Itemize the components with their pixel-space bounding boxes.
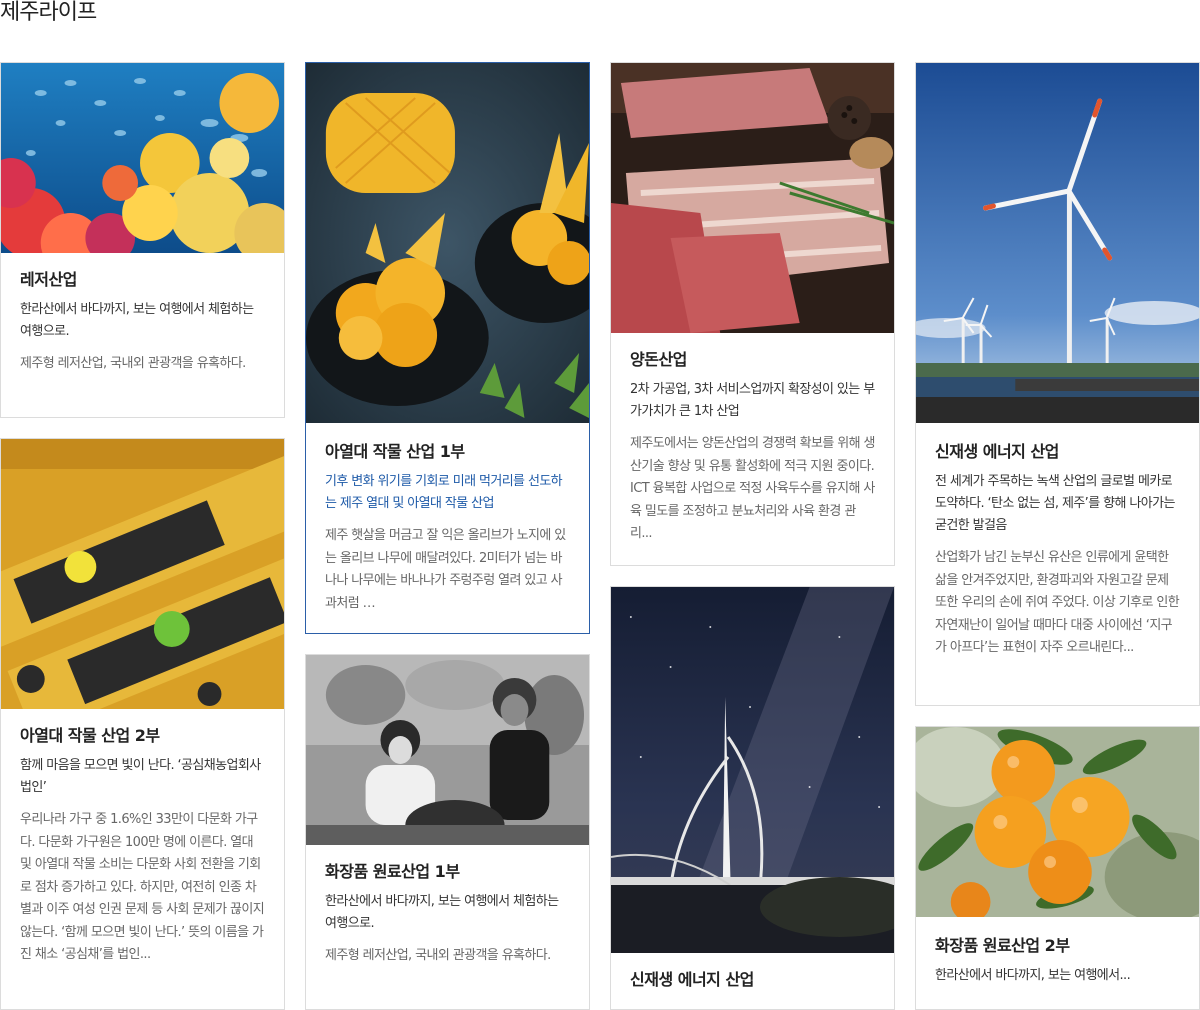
card-subtitle: 한라산에서 바다까지, 보는 여행에서... xyxy=(935,968,1131,983)
card-description: 제주 햇살을 머금고 잘 익은 올리브가 노지에 있는 올리브 나무에 매달려있… xyxy=(325,528,566,611)
card-title: 아열대 작물 산업 1부 xyxy=(325,442,465,461)
card-image-tangerines[interactable] xyxy=(916,727,1199,917)
card-title: 화장품 원료산업 2부 xyxy=(935,936,1070,955)
card-description: 제주형 레저산업, 국내외 관광객을 유혹하다. xyxy=(20,356,246,371)
content-card-subtropical-2[interactable]: 아열대 작물 산업 2부 함께 마음을 모으면 빛이 난다. ‘공심채농업회사법… xyxy=(0,438,285,1010)
card-title: 양돈산업 xyxy=(630,350,687,369)
card-description: 제주도에서는 양돈산업의 경쟁력 확보를 위해 생산기술 향상 및 유통 활성화… xyxy=(630,436,875,541)
card-image-haenyeo[interactable] xyxy=(306,655,589,845)
card-description: 우리나라 가구 중 1.6%인 33만이 다문화 가구다. 다문화 가구원은 1… xyxy=(20,812,265,962)
card-image-coral-reef[interactable] xyxy=(1,63,284,253)
content-card-renewable-bridge[interactable]: 신재생 에너지 산업 xyxy=(610,586,895,1010)
card-image-citrus-bottles[interactable] xyxy=(1,439,284,709)
card-subtitle: 함께 마음을 모으면 빛이 난다. ‘공심채농업회사법인’ xyxy=(20,758,261,795)
card-subtitle: 기후 변화 위기를 기회로 미래 먹거리를 선도하는 제주 열대 및 아열대 작… xyxy=(325,474,563,511)
card-title: 신재생 에너지 산업 xyxy=(630,970,754,989)
card-image-pork-meat[interactable] xyxy=(611,63,894,333)
page-title: 제주라이프 xyxy=(0,0,97,25)
card-subtitle: 한라산에서 바다까지, 보는 여행에서 체험하는 여행으로. xyxy=(325,894,559,931)
card-image-bridge-night[interactable] xyxy=(611,587,894,953)
card-image-mango-sorbet[interactable] xyxy=(306,63,589,423)
content-card-cosmetics-1[interactable]: 화장품 원료산업 1부 한라산에서 바다까지, 보는 여행에서 체험하는 여행으… xyxy=(305,654,590,1010)
card-title: 신재생 에너지 산업 xyxy=(935,442,1059,461)
content-card-cosmetics-2[interactable]: 화장품 원료산업 2부 한라산에서 바다까지, 보는 여행에서... xyxy=(915,726,1200,1010)
card-subtitle: 한라산에서 바다까지, 보는 여행에서 체험하는 여행으로. xyxy=(20,302,254,339)
card-description: 산업화가 남긴 눈부신 유산은 인류에게 윤택한 삶을 안겨주었지만, 환경파괴… xyxy=(935,550,1180,655)
card-subtitle: 전 세계가 주목하는 녹색 산업의 글로벌 메카로 도약하다. ‘탄소 없는 섬… xyxy=(935,474,1175,533)
card-subtitle: 2차 가공업, 3차 서비스업까지 확장성이 있는 부가가치가 큰 1차 산업 xyxy=(630,382,875,419)
card-image-wind-turbines[interactable] xyxy=(916,63,1199,423)
card-title: 화장품 원료산업 1부 xyxy=(325,862,460,881)
card-title: 레저산업 xyxy=(20,270,77,289)
content-card-renewable-wind[interactable]: 신재생 에너지 산업 전 세계가 주목하는 녹색 산업의 글로벌 메카로 도약하… xyxy=(915,62,1200,706)
content-card-pig-farming[interactable]: 양돈산업 2차 가공업, 3차 서비스업까지 확장성이 있는 부가가치가 큰 1… xyxy=(610,62,895,566)
content-card-subtropical-1[interactable]: 아열대 작물 산업 1부 기후 변화 위기를 기회로 미래 먹거리를 선도하는 … xyxy=(305,62,590,634)
card-title: 아열대 작물 산업 2부 xyxy=(20,726,160,745)
content-card-leisure[interactable]: 레저산업 한라산에서 바다까지, 보는 여행에서 체험하는 여행으로. 제주형 … xyxy=(0,62,285,418)
card-description: 제주형 레저산업, 국내외 관광객을 유혹하다. xyxy=(325,948,551,963)
